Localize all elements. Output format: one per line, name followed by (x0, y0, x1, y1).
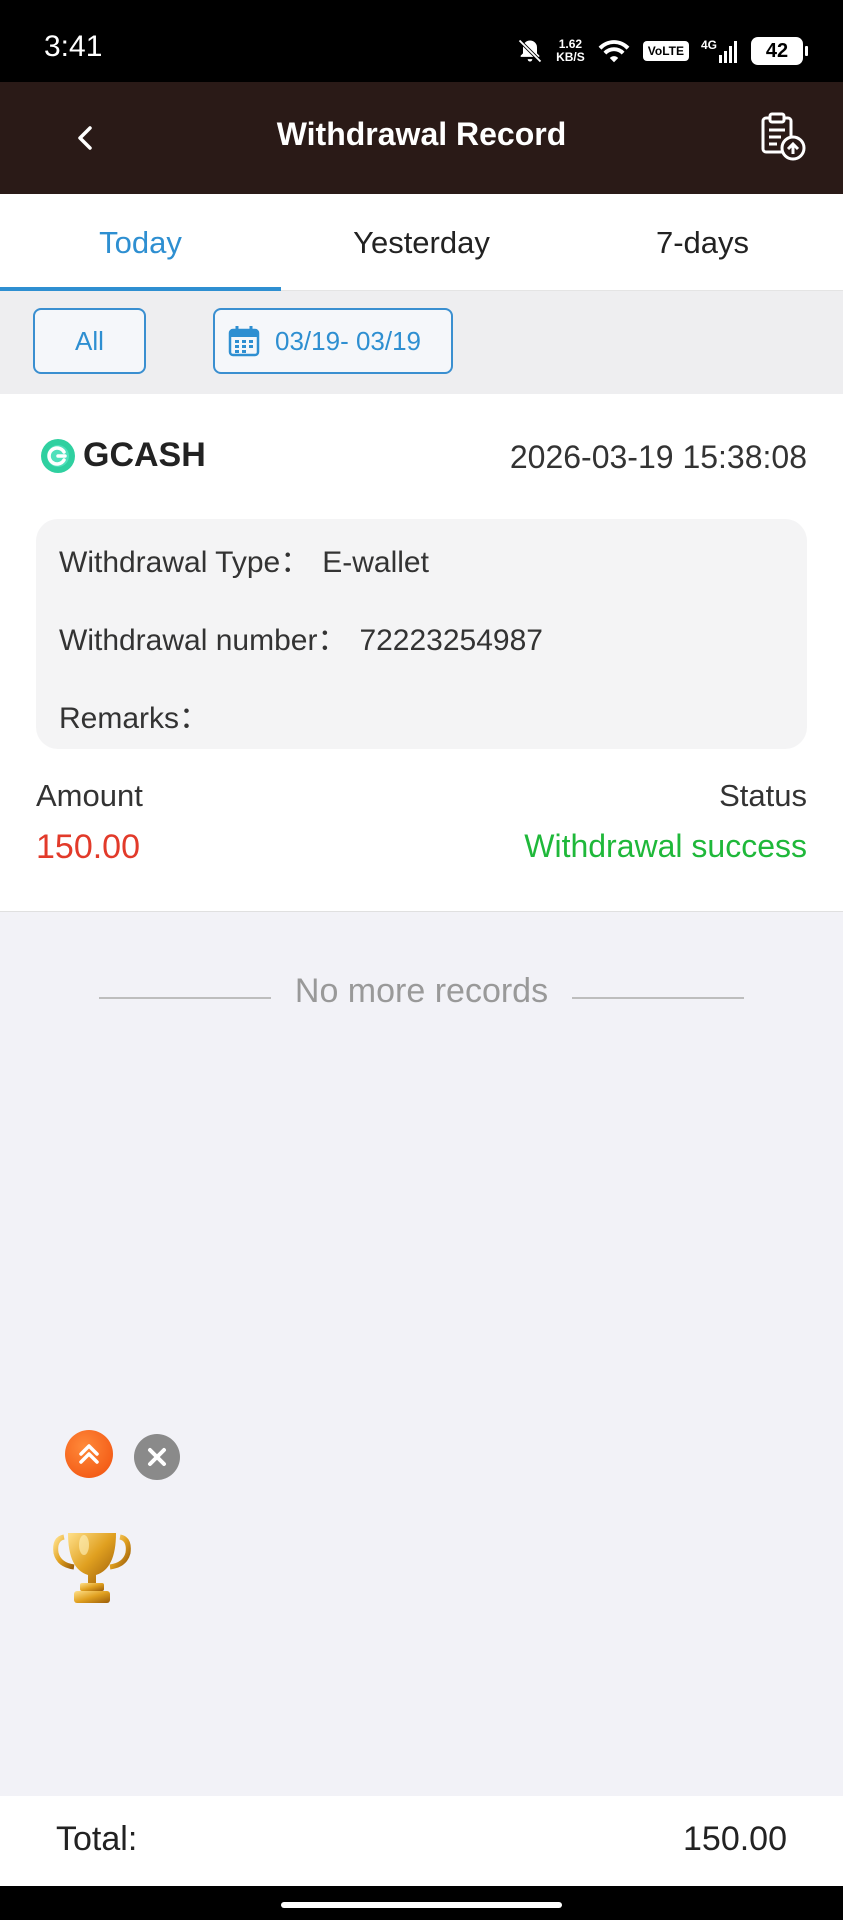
close-float-button[interactable] (134, 1434, 180, 1480)
tab-7-days[interactable]: 7-days (562, 194, 843, 290)
tab-yesterday[interactable]: Yesterday (281, 194, 562, 290)
type-filter-button[interactable]: All (33, 308, 146, 374)
close-icon (148, 1448, 166, 1466)
remarks-label: Remarks： (59, 702, 210, 735)
record-datetime: 2026-03-19 15:38:08 (509, 439, 807, 475)
withdrawal-number-value: 72223254987 (359, 624, 543, 657)
status-value: Withdrawal success (524, 828, 807, 864)
status-time: 3:41 (44, 30, 103, 63)
volte-badge: VoLTE (642, 41, 689, 61)
tab-today[interactable]: Today (0, 194, 281, 291)
no-more-records: No more records (294, 972, 549, 1010)
bell-muted-icon (518, 39, 542, 63)
battery-icon: 42 (751, 37, 808, 65)
provider-name: GCASH (83, 436, 206, 474)
calendar-icon (228, 326, 260, 357)
withdrawal-number-label: Withdrawal number： (59, 624, 348, 657)
total-label: Total: (56, 1820, 138, 1858)
network-type: 4G (700, 38, 717, 52)
signal-icon (719, 41, 737, 63)
home-indicator[interactable] (281, 1902, 562, 1908)
scroll-up-button[interactable] (65, 1430, 113, 1478)
withdrawal-type-label: Withdrawal Type： (59, 546, 311, 579)
status-bar: 3:41 1.62 KB/S VoLTE 4G 42 (0, 0, 843, 82)
withdrawal-type-row: Withdrawal Type： E-wallet (59, 537, 429, 581)
net-speed: 1.62 KB/S (556, 38, 585, 64)
gcash-logo-icon (41, 439, 75, 473)
withdrawal-number-row: Withdrawal number： 72223254987 (59, 615, 543, 659)
filter-bar: All 03/19- 03/19 (0, 291, 843, 394)
record-details: Withdrawal Type： E-wallet Withdrawal numb… (36, 519, 807, 749)
date-range-button[interactable]: 03/19- 03/19 (213, 308, 453, 374)
withdrawal-record-card[interactable]: GCASH 2026-03-19 15:38:08 Withdrawal Typ… (0, 394, 843, 912)
system-nav-bar (0, 1886, 843, 1920)
date-range-label: 03/19- 03/19 (275, 325, 422, 356)
wifi-icon (598, 40, 630, 63)
export-record-icon[interactable] (755, 108, 811, 164)
divider-right (572, 997, 744, 999)
double-chevron-up-icon (79, 1444, 99, 1464)
trophy-icon[interactable] (50, 1525, 134, 1609)
status-icons: 1.62 KB/S VoLTE 4G 42 (516, 34, 808, 68)
signal-group: 4G (701, 39, 739, 63)
total-value: 150.00 (683, 1820, 787, 1858)
net-speed-unit: KB/S (556, 50, 585, 64)
date-tabs: Today Yesterday 7-days (0, 194, 843, 291)
page-title: Withdrawal Record (276, 116, 567, 152)
app-header: Withdrawal Record (0, 82, 843, 194)
total-bar: Total: 150.00 (0, 1796, 843, 1886)
amount-label: Amount (36, 778, 143, 813)
withdrawal-type-value: E-wallet (322, 546, 429, 579)
remarks-row: Remarks： (59, 693, 221, 737)
status-label: Status (719, 778, 807, 813)
amount-value: 150.00 (36, 828, 140, 866)
